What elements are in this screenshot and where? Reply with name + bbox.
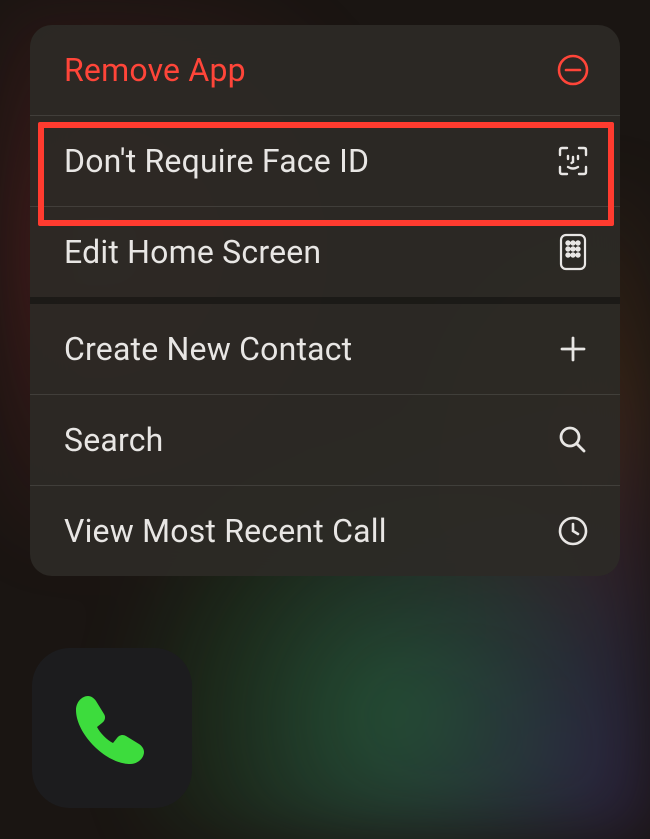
remove-circle-icon (556, 53, 590, 87)
menu-item-label: View Most Recent Call (64, 512, 387, 550)
menu-item-search[interactable]: Search (30, 395, 620, 486)
menu-item-label: Search (64, 421, 164, 459)
plus-icon (556, 332, 590, 366)
menu-item-view-most-recent-call[interactable]: View Most Recent Call (30, 486, 620, 576)
phone-app-icon[interactable] (32, 648, 192, 808)
menu-item-dont-require-faceid[interactable]: Don't Require Face ID (30, 116, 620, 207)
menu-item-edit-home-screen[interactable]: Edit Home Screen (30, 207, 620, 304)
menu-item-label: Create New Contact (64, 330, 352, 368)
menu-item-label: Edit Home Screen (64, 233, 321, 271)
context-menu: Remove App Don't Require Face ID Edit Ho (30, 25, 620, 576)
menu-item-remove-app[interactable]: Remove App (30, 25, 620, 116)
clock-icon (556, 514, 590, 548)
faceid-icon (556, 144, 590, 178)
search-icon (556, 423, 590, 457)
menu-item-label: Remove App (64, 51, 246, 89)
phone-handset-icon (62, 678, 162, 778)
apps-grid-icon (556, 235, 590, 269)
menu-item-create-new-contact[interactable]: Create New Contact (30, 304, 620, 395)
menu-item-label: Don't Require Face ID (64, 142, 369, 180)
